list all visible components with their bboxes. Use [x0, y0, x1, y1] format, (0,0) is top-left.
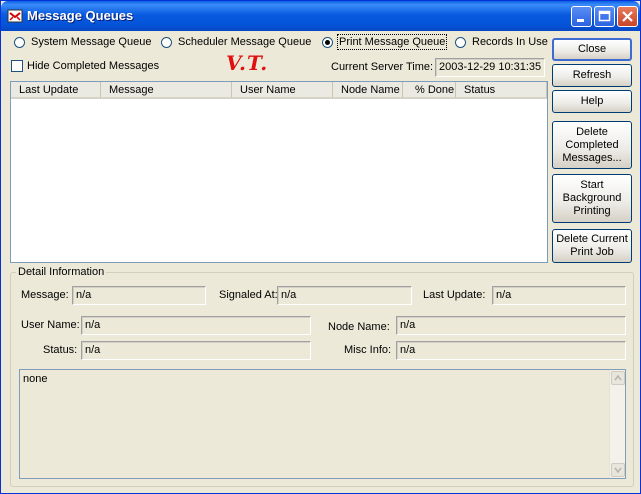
- delete-completed-line-3: Messages...: [562, 151, 622, 164]
- column-last-update[interactable]: Last Update: [11, 82, 101, 99]
- message-label: Message:: [21, 289, 69, 301]
- radio-records-in-use[interactable]: [455, 37, 466, 48]
- radio-system-queue[interactable]: [14, 37, 25, 48]
- handwritten-annotation: V.T.: [226, 51, 269, 75]
- message-value: n/a: [72, 286, 206, 305]
- detail-information-title: Detail Information: [16, 266, 107, 278]
- maximize-button[interactable]: [594, 6, 615, 27]
- server-time-value: 2003-12-29 10:31:35: [435, 58, 545, 77]
- radio-records-in-use-label[interactable]: Records In Use: [472, 36, 548, 48]
- hide-completed-label[interactable]: Hide Completed Messages: [27, 60, 159, 72]
- delete-current-print-job-button[interactable]: Delete Current Print Job: [552, 229, 632, 263]
- misc-info-label: Misc Info:: [344, 344, 392, 356]
- signaled-at-label: Signaled At:: [219, 289, 278, 301]
- help-button[interactable]: Help: [552, 90, 632, 113]
- delete-completed-button[interactable]: Delete Completed Messages...: [552, 121, 632, 169]
- column-percent-done[interactable]: % Done: [403, 82, 456, 99]
- scroll-down-icon: [614, 467, 622, 474]
- radio-scheduler-queue[interactable]: [161, 37, 172, 48]
- scroll-down-button[interactable]: [611, 463, 625, 477]
- scroll-up-icon: [614, 374, 622, 381]
- signaled-at-value: n/a: [277, 286, 412, 305]
- node-name-value: n/a: [396, 316, 626, 335]
- memo-scrollbar[interactable]: [609, 370, 625, 478]
- scroll-up-button[interactable]: [611, 371, 625, 385]
- delete-current-line-2: Print Job: [570, 246, 614, 258]
- close-window-button[interactable]: [617, 6, 638, 27]
- start-background-line-1: Start: [580, 179, 604, 191]
- delete-completed-line-1: Delete: [576, 125, 608, 138]
- detail-memo[interactable]: none: [19, 369, 626, 479]
- column-status[interactable]: Status: [456, 82, 547, 99]
- detail-memo-text: none: [23, 373, 48, 385]
- status-label: Status:: [43, 344, 78, 356]
- start-background-line-2: Background: [562, 192, 622, 204]
- column-node-name[interactable]: Node Name: [333, 82, 403, 99]
- column-user-name[interactable]: User Name: [232, 82, 333, 99]
- refresh-button[interactable]: Refresh: [552, 64, 632, 87]
- title-bar[interactable]: Message Queues: [1, 1, 640, 31]
- close-button-label: Close: [577, 43, 607, 55]
- minimize-button[interactable]: [571, 6, 592, 27]
- hide-completed-checkbox[interactable]: [11, 60, 23, 72]
- radio-scheduler-queue-label[interactable]: Scheduler Message Queue: [178, 36, 311, 48]
- last-update-value: n/a: [492, 286, 626, 305]
- message-queues-window: Message Queues System Message Queue Sche…: [0, 0, 641, 494]
- help-button-label: Help: [580, 95, 604, 107]
- misc-info-value: n/a: [396, 341, 626, 360]
- last-update-label: Last Update:: [423, 289, 486, 301]
- minimize-icon: [577, 19, 584, 22]
- message-list[interactable]: Last Update Message User Name Node Name …: [10, 81, 548, 263]
- radio-print-queue-label[interactable]: Print Message Queue: [336, 34, 448, 50]
- delete-completed-line-2: Completed: [565, 138, 619, 151]
- delete-current-line-1: Delete Current: [556, 233, 628, 245]
- column-message[interactable]: Message: [101, 82, 232, 99]
- start-background-line-3: Printing: [573, 205, 611, 217]
- radio-print-queue[interactable]: [322, 37, 333, 48]
- start-background-printing-button[interactable]: Start Background Printing: [552, 174, 632, 223]
- server-time-label: Current Server Time:: [331, 61, 434, 73]
- radio-system-queue-label[interactable]: System Message Queue: [31, 36, 151, 48]
- maximize-icon: [598, 10, 611, 22]
- user-name-value: n/a: [81, 316, 311, 335]
- close-icon: [622, 11, 633, 22]
- close-button[interactable]: Close: [552, 38, 632, 61]
- app-icon: [7, 9, 23, 23]
- window-title: Message Queues: [27, 8, 134, 23]
- status-value: n/a: [81, 341, 311, 360]
- node-name-label: Node Name:: [328, 321, 390, 333]
- refresh-button-label: Refresh: [572, 69, 612, 81]
- user-name-label: User Name:: [21, 319, 80, 331]
